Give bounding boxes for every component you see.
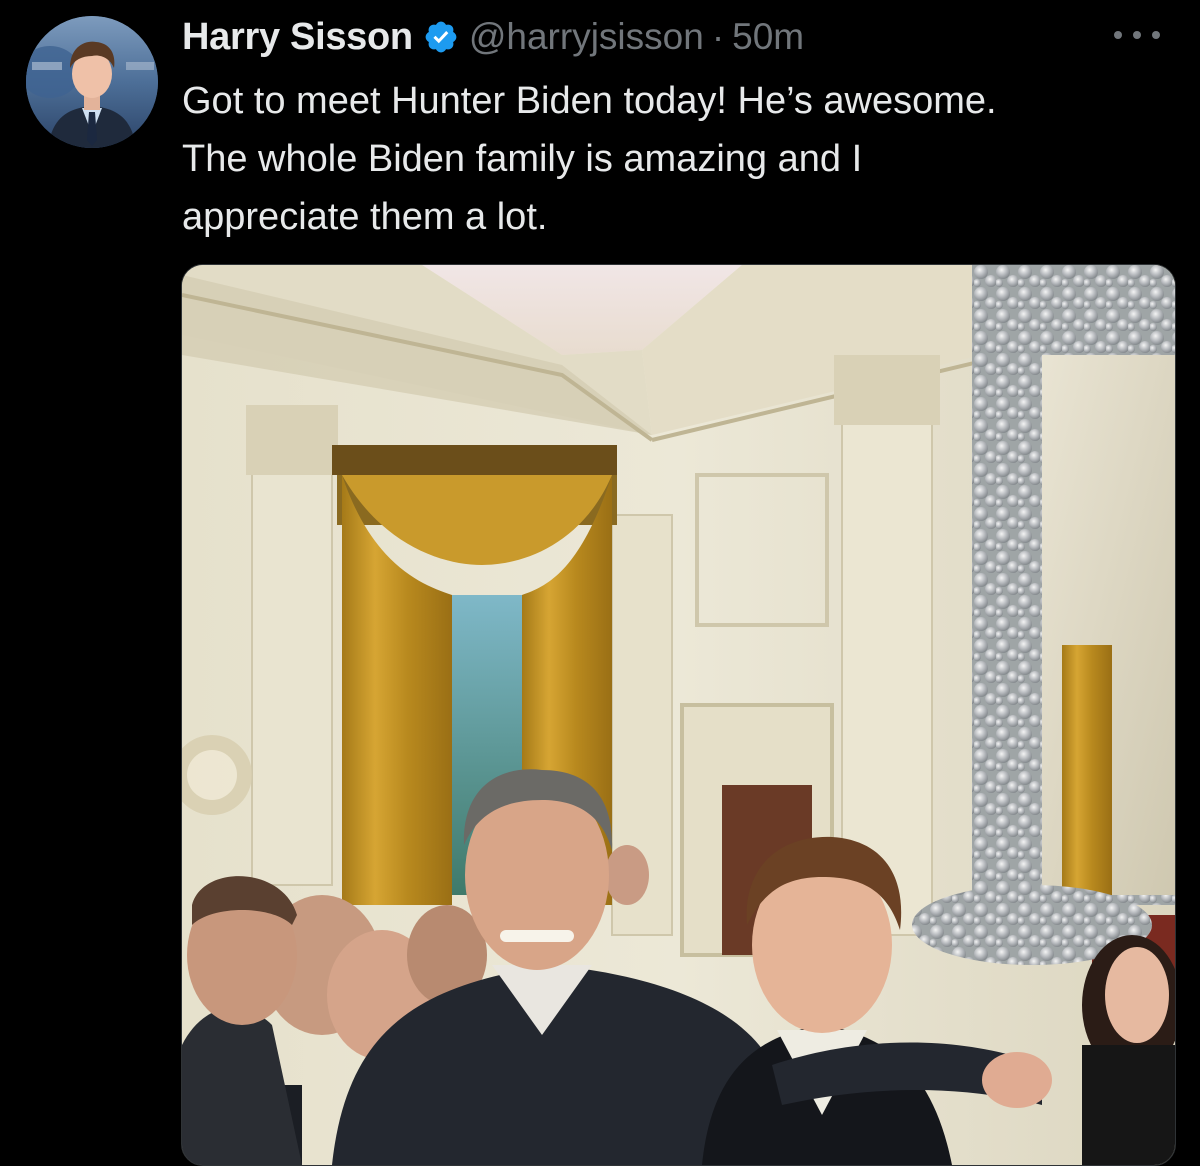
more-dot (1114, 31, 1122, 39)
photo-image (182, 265, 1175, 1165)
tweet-text-line: appreciate them a lot. (182, 196, 548, 238)
more-options-icon[interactable] (1112, 20, 1162, 50)
more-dot (1133, 31, 1141, 39)
verified-badge-icon (423, 19, 459, 55)
tweet-media-photo[interactable] (181, 264, 1176, 1166)
avatar-image (26, 16, 158, 148)
more-dot (1152, 31, 1160, 39)
author-avatar[interactable] (26, 16, 158, 148)
tweet-text-line: Got to meet Hunter Biden today! He’s awe… (182, 80, 997, 122)
tweet-text: Got to meet Hunter Biden today! He’s awe… (182, 72, 1182, 246)
tweet-text-line: The whole Biden family is amazing and I (182, 138, 863, 180)
tweet: Harry Sisson @harryjsisson · 50m Got to … (0, 0, 1200, 1166)
header-separator: · (711, 16, 725, 57)
tweet-header: Harry Sisson @harryjsisson · 50m (182, 12, 804, 62)
tweet-timestamp[interactable]: 50m (732, 16, 804, 58)
author-handle[interactable]: @harryjsisson (469, 16, 704, 58)
author-display-name[interactable]: Harry Sisson (182, 16, 413, 59)
